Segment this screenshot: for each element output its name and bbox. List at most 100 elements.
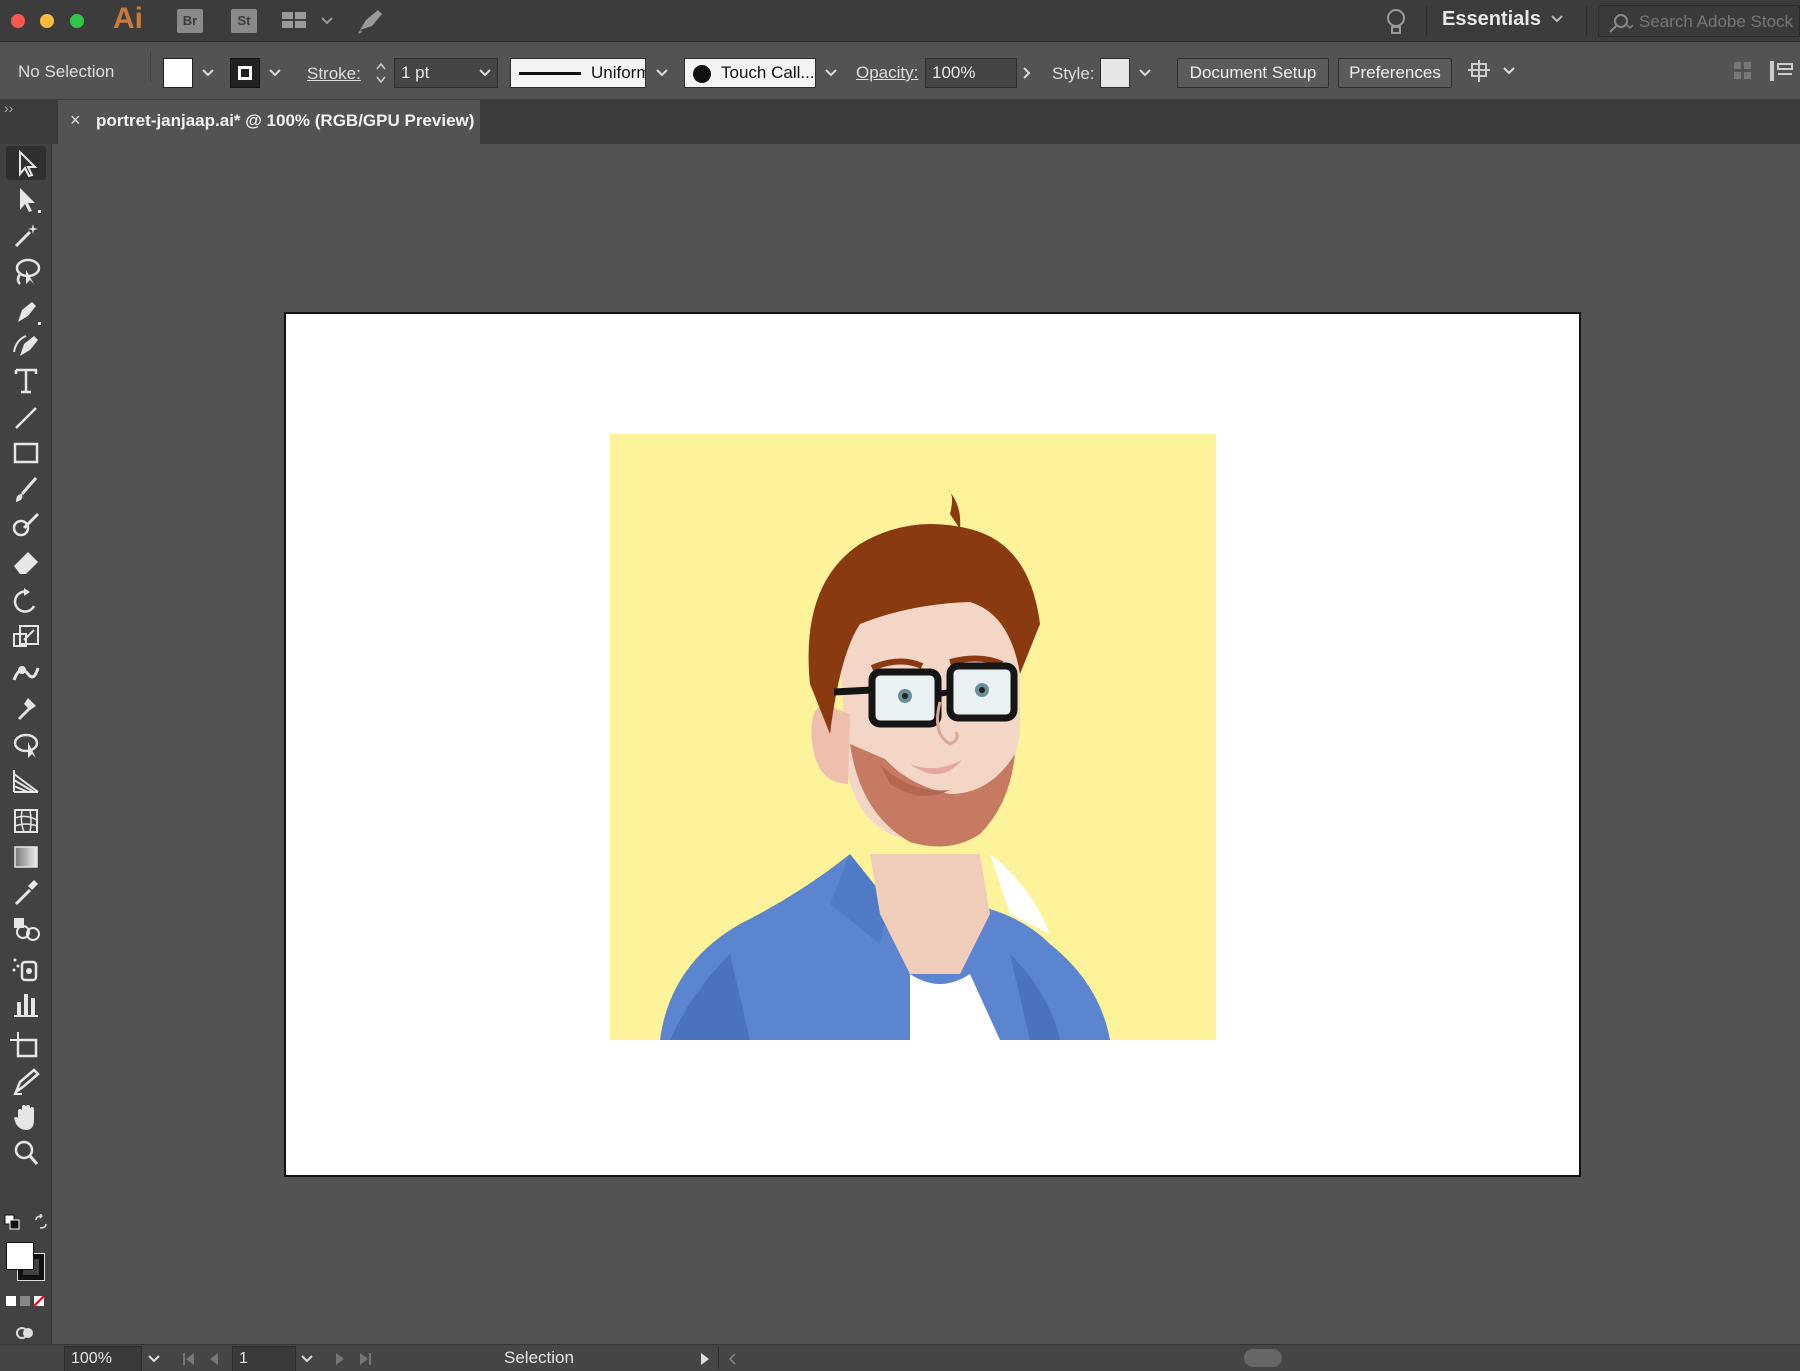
fill-swatch[interactable] — [163, 58, 193, 88]
gradient-tool-icon[interactable] — [6, 840, 46, 874]
swap-colors-icon[interactable] — [33, 1213, 49, 1230]
application-bar: Ai Br St Essentials Search Adobe Stock — [0, 0, 1800, 42]
blend-tool-icon[interactable] — [6, 912, 46, 946]
divider — [1426, 6, 1427, 36]
fill-color-swatch[interactable] — [6, 1242, 34, 1270]
document-setup-button[interactable]: Document Setup — [1177, 58, 1329, 88]
chevron-down-icon[interactable] — [300, 1352, 314, 1366]
chevron-down-icon[interactable] — [1502, 64, 1516, 78]
window-close-button[interactable] — [11, 14, 25, 28]
free-transform-icon[interactable] — [6, 728, 46, 762]
slice-tool-icon[interactable] — [6, 1064, 46, 1098]
eraser-icon[interactable] — [6, 544, 46, 578]
quick-actions-icon[interactable] — [1466, 58, 1496, 86]
chevron-down-icon[interactable] — [478, 66, 492, 80]
search-icon — [1607, 12, 1634, 34]
preferences-button[interactable]: Preferences — [1338, 58, 1452, 88]
variable-width-profile[interactable]: Uniform — [510, 58, 646, 88]
profile-label: Uniform — [591, 63, 646, 82]
document-title: portret-janjaap.ai* @ 100% (RGB/GPU Prev… — [96, 111, 475, 130]
chevron-right-icon[interactable] — [1020, 66, 1034, 80]
fill-stroke-swatches[interactable] — [4, 1240, 48, 1282]
eyedropper-icon[interactable] — [6, 876, 46, 910]
chevron-down-icon[interactable] — [1550, 12, 1564, 26]
chevron-down-icon[interactable] — [268, 66, 282, 80]
document-tab-bar: ›› × portret-janjaap.ai* @ 100% (RGB/GPU… — [0, 100, 1800, 144]
opacity-field[interactable]: 100% — [925, 58, 1017, 88]
document-tab[interactable]: × portret-janjaap.ai* @ 100% (RGB/GPU Pr… — [58, 100, 480, 144]
direct-selection-tool-icon[interactable] — [6, 182, 46, 216]
lasso-icon[interactable] — [6, 254, 46, 288]
pen-tool-icon[interactable] — [6, 294, 46, 328]
perspective-grid-icon[interactable] — [6, 764, 46, 798]
zoom-level-field[interactable]: 100% — [64, 1346, 142, 1371]
magic-wand-icon[interactable] — [6, 218, 46, 252]
horizontal-scrollbar-thumb[interactable] — [1244, 1349, 1282, 1367]
previous-artboard-icon[interactable] — [206, 1350, 224, 1368]
divider — [150, 52, 151, 82]
gpu-performance-icon[interactable] — [356, 6, 386, 36]
scale-tool-icon[interactable] — [6, 620, 46, 654]
mesh-tool-icon[interactable] — [6, 804, 46, 838]
brush-definition[interactable]: Touch Call... — [684, 58, 816, 88]
workspace-switcher[interactable]: Essentials — [1442, 8, 1541, 31]
last-artboard-icon[interactable] — [356, 1350, 374, 1368]
hand-tool-icon[interactable] — [6, 1100, 46, 1134]
shaper-tool-icon[interactable] — [6, 508, 46, 542]
symbol-sprayer-icon[interactable] — [6, 952, 46, 986]
portrait-artwork — [610, 434, 1216, 1040]
style-label: Style: — [1052, 64, 1095, 83]
graphic-style-swatch[interactable] — [1100, 58, 1130, 88]
warp-tool-icon[interactable] — [6, 656, 46, 690]
first-artboard-icon[interactable] — [180, 1350, 198, 1368]
scroll-left-icon[interactable] — [724, 1350, 742, 1368]
artboard-number-field[interactable]: 1 — [232, 1346, 296, 1371]
paintbrush-icon[interactable] — [6, 472, 46, 506]
panel-grid-icon[interactable] — [1732, 60, 1754, 82]
current-tool-status: Selection — [504, 1348, 574, 1367]
illustrator-window: Ai Br St Essentials Search Adobe Stock N… — [0, 0, 1800, 1371]
chevron-down-icon[interactable] — [655, 66, 669, 80]
close-tab-button[interactable]: × — [70, 110, 81, 131]
rotate-tool-icon[interactable] — [6, 584, 46, 618]
chevron-down-icon[interactable] — [1138, 66, 1152, 80]
window-minimize-button[interactable] — [40, 14, 54, 28]
status-menu-icon[interactable] — [696, 1350, 714, 1368]
stock-button[interactable]: St — [231, 9, 257, 33]
window-zoom-button[interactable] — [70, 14, 84, 28]
arrange-documents-icon[interactable] — [280, 8, 336, 34]
opacity-label[interactable]: Opacity: — [856, 63, 918, 83]
search-placeholder: Search Adobe Stock — [1639, 12, 1794, 31]
rectangle-tool-icon[interactable] — [6, 436, 46, 470]
next-artboard-icon[interactable] — [330, 1350, 348, 1368]
stroke-stepper-icon[interactable] — [374, 59, 388, 87]
artboard[interactable] — [284, 312, 1581, 1177]
expand-panels-icon[interactable]: ›› — [4, 100, 13, 116]
drawing-mode-icon[interactable] — [14, 1324, 36, 1342]
brush-label: Touch Call... — [721, 63, 815, 82]
chevron-down-icon[interactable] — [147, 1352, 161, 1366]
curvature-tool-icon[interactable] — [6, 328, 46, 362]
divider — [1586, 6, 1587, 36]
bridge-button[interactable]: Br — [177, 9, 203, 33]
default-colors-icon[interactable] — [4, 1214, 20, 1230]
panel-menu-icon[interactable] — [1768, 58, 1796, 84]
profile-line-icon — [519, 72, 581, 75]
type-tool-icon[interactable] — [6, 364, 46, 398]
lightbulb-icon[interactable] — [1383, 6, 1409, 38]
stroke-swatch[interactable] — [230, 58, 260, 88]
zoom-tool-icon[interactable] — [6, 1136, 46, 1170]
tools-panel — [0, 144, 52, 1344]
chevron-down-icon[interactable] — [201, 66, 215, 80]
illustrator-logo: Ai — [113, 2, 143, 35]
search-adobe-stock-field[interactable]: Search Adobe Stock — [1598, 5, 1800, 37]
color-mode-buttons[interactable] — [4, 1294, 48, 1308]
line-segment-icon[interactable] — [6, 400, 46, 434]
selection-tool-icon[interactable] — [6, 146, 46, 180]
divider — [718, 1347, 719, 1369]
puppet-warp-icon[interactable] — [6, 692, 46, 726]
artboard-tool-icon[interactable] — [6, 1028, 46, 1062]
stroke-label[interactable]: Stroke: — [307, 64, 361, 84]
chevron-down-icon[interactable] — [824, 66, 838, 80]
column-graph-icon[interactable] — [6, 988, 46, 1022]
